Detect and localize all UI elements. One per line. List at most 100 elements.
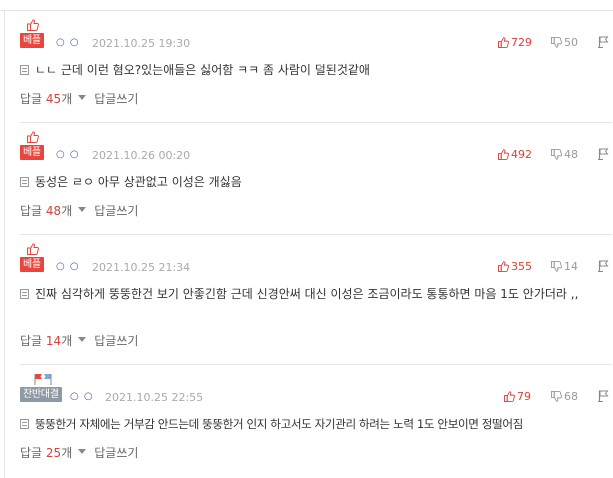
- write-reply-link[interactable]: 답글쓰기: [94, 446, 138, 460]
- nickname[interactable]: ○ ○: [56, 37, 80, 48]
- comment-text: 진짜 심각하게 뚱뚱한건 보기 안좋긴함 근데 신경안써 대신 이성은 조금이라…: [35, 287, 579, 301]
- versus-badge: 찬반대결: [20, 373, 64, 403]
- like-count: 79: [517, 390, 531, 403]
- comment-list: 베플 ○ ○ 2021.10.25 19:30 729 50 ㄴㄴ 근데 이런 …: [0, 0, 613, 478]
- reply-unit: 개: [61, 446, 73, 460]
- thumbs-up-icon: [504, 391, 515, 402]
- comment-item: 베플 ○ ○ 2021.10.25 19:30 729 50 ㄴㄴ 근데 이런 …: [20, 19, 610, 79]
- badge-label: 베플: [20, 145, 44, 160]
- thumbs-down-icon: [551, 391, 562, 402]
- reply-toggle[interactable]: 답글 25개: [20, 446, 94, 460]
- write-reply-link[interactable]: 답글쓰기: [94, 334, 138, 348]
- like-count: 492: [511, 148, 532, 161]
- like-button[interactable]: 729: [498, 36, 532, 50]
- comment-text: 뚱뚱한거 자체에는 거부감 안드는데 뚱뚱한거 인지 하고서도 자기관리 하려는…: [35, 417, 523, 431]
- memo-icon: [20, 289, 29, 299]
- reply-unit: 개: [61, 204, 73, 218]
- chevron-down-icon: [78, 337, 87, 342]
- reply-count: 48: [45, 204, 62, 218]
- reply-count: 25: [45, 446, 62, 460]
- best-badge: 베플: [20, 131, 50, 161]
- memo-icon: [20, 419, 29, 429]
- nickname[interactable]: ○ ○: [70, 391, 94, 402]
- reply-label: 답글: [20, 446, 43, 460]
- left-border: [4, 10, 5, 478]
- dislike-button[interactable]: 14: [551, 260, 578, 274]
- report-flag-icon[interactable]: [598, 260, 609, 272]
- thumbs-down-icon: [551, 37, 562, 48]
- reply-unit: 개: [61, 92, 73, 106]
- thumbs-up-icon: [27, 19, 39, 31]
- dislike-count: 68: [564, 390, 578, 403]
- reply-label: 답글: [20, 92, 43, 106]
- dislike-button[interactable]: 48: [551, 148, 578, 162]
- report-flag-icon[interactable]: [598, 390, 609, 402]
- comment-header: 베플 ○ ○ 2021.10.25 21:34 355 14: [20, 243, 610, 274]
- like-count: 355: [511, 260, 532, 273]
- reply-label: 답글: [20, 334, 43, 348]
- like-button[interactable]: 355: [498, 260, 532, 274]
- like-button[interactable]: 492: [498, 148, 532, 162]
- thumbs-up-icon: [498, 149, 509, 160]
- comment-item: 찬반대결 ○ ○ 2021.10.25 22:55 79 68 뚱뚱한거 자체에…: [20, 373, 610, 433]
- comment-header: 베플 ○ ○ 2021.10.25 19:30 729 50: [20, 19, 610, 50]
- chevron-down-icon: [78, 449, 87, 454]
- reply-toggle[interactable]: 답글 45개: [20, 92, 94, 106]
- nickname[interactable]: ○ ○: [56, 261, 80, 272]
- best-badge: 베플: [20, 19, 50, 49]
- reply-unit: 개: [61, 334, 73, 348]
- like-button[interactable]: 79: [504, 390, 531, 404]
- comment-text: 동성은 ㄹㅇ 아무 상관없고 이성은 개싫음: [35, 175, 242, 189]
- reply-label: 답글: [20, 204, 43, 218]
- memo-icon: [20, 177, 29, 187]
- badge-label: 찬반대결: [20, 387, 62, 402]
- divider: [20, 364, 612, 365]
- comment-header: 베플 ○ ○ 2021.10.26 00:20 492 48: [20, 131, 610, 162]
- comment-date: 2021.10.25 19:30: [92, 37, 191, 50]
- chevron-down-icon: [78, 207, 87, 212]
- best-badge: 베플: [20, 243, 50, 273]
- thumbs-down-icon: [551, 261, 562, 272]
- comment-date: 2021.10.25 22:55: [105, 391, 204, 404]
- comment-text: ㄴㄴ 근데 이런 혐오?있는애들은 싫어함 ㅋㅋ 좀 사람이 덜된것같애: [35, 63, 370, 77]
- reply-toggle[interactable]: 답글 14개: [20, 334, 94, 348]
- chevron-down-icon: [78, 95, 87, 100]
- nickname[interactable]: ○ ○: [56, 149, 80, 160]
- memo-icon: [20, 65, 29, 75]
- thumbs-up-icon: [498, 37, 509, 48]
- comment-body: 진짜 심각하게 뚱뚱한건 보기 안좋긴함 근데 신경안써 대신 이성은 조금이라…: [20, 285, 608, 303]
- divider: [20, 122, 612, 123]
- dislike-count: 14: [564, 260, 578, 273]
- thumbs-up-icon: [27, 131, 39, 143]
- dislike-button[interactable]: 68: [551, 390, 578, 404]
- badge-label: 베플: [20, 257, 44, 272]
- reply-count: 14: [45, 334, 62, 348]
- divider: [20, 234, 612, 235]
- comment-footer: 답글 45개 답글쓰기: [20, 90, 138, 107]
- comment-item: 베플 ○ ○ 2021.10.26 00:20 492 48 동성은 ㄹㅇ 아무…: [20, 131, 610, 191]
- dislike-count: 48: [564, 148, 578, 161]
- comment-date: 2021.10.26 00:20: [92, 149, 191, 162]
- comment-body: ㄴㄴ 근데 이런 혐오?있는애들은 싫어함 ㅋㅋ 좀 사람이 덜된것같애: [20, 61, 610, 79]
- dislike-count: 50: [564, 36, 578, 49]
- like-count: 729: [511, 36, 532, 49]
- reply-toggle[interactable]: 답글 48개: [20, 204, 94, 218]
- report-flag-icon[interactable]: [598, 148, 609, 160]
- report-flag-icon[interactable]: [598, 36, 609, 48]
- flags-icon: [34, 374, 52, 385]
- dislike-button[interactable]: 50: [551, 36, 578, 50]
- comment-footer: 답글 48개 답글쓰기: [20, 202, 138, 219]
- comment-footer: 답글 25개 답글쓰기: [20, 444, 138, 461]
- reply-count: 45: [45, 92, 62, 106]
- comment-footer: 답글 14개 답글쓰기: [20, 332, 138, 349]
- comment-body: 동성은 ㄹㅇ 아무 상관없고 이성은 개싫음: [20, 173, 610, 191]
- comment-date: 2021.10.25 21:34: [92, 261, 191, 274]
- thumbs-down-icon: [551, 149, 562, 160]
- thumbs-up-icon: [27, 243, 39, 255]
- badge-label: 베플: [20, 33, 44, 48]
- comment-body: 뚱뚱한거 자체에는 거부감 안드는데 뚱뚱한거 인지 하고서도 자기관리 하려는…: [20, 415, 610, 433]
- write-reply-link[interactable]: 답글쓰기: [94, 92, 138, 106]
- write-reply-link[interactable]: 답글쓰기: [94, 204, 138, 218]
- comment-header: 찬반대결 ○ ○ 2021.10.25 22:55 79 68: [20, 373, 610, 404]
- top-divider: [0, 10, 613, 11]
